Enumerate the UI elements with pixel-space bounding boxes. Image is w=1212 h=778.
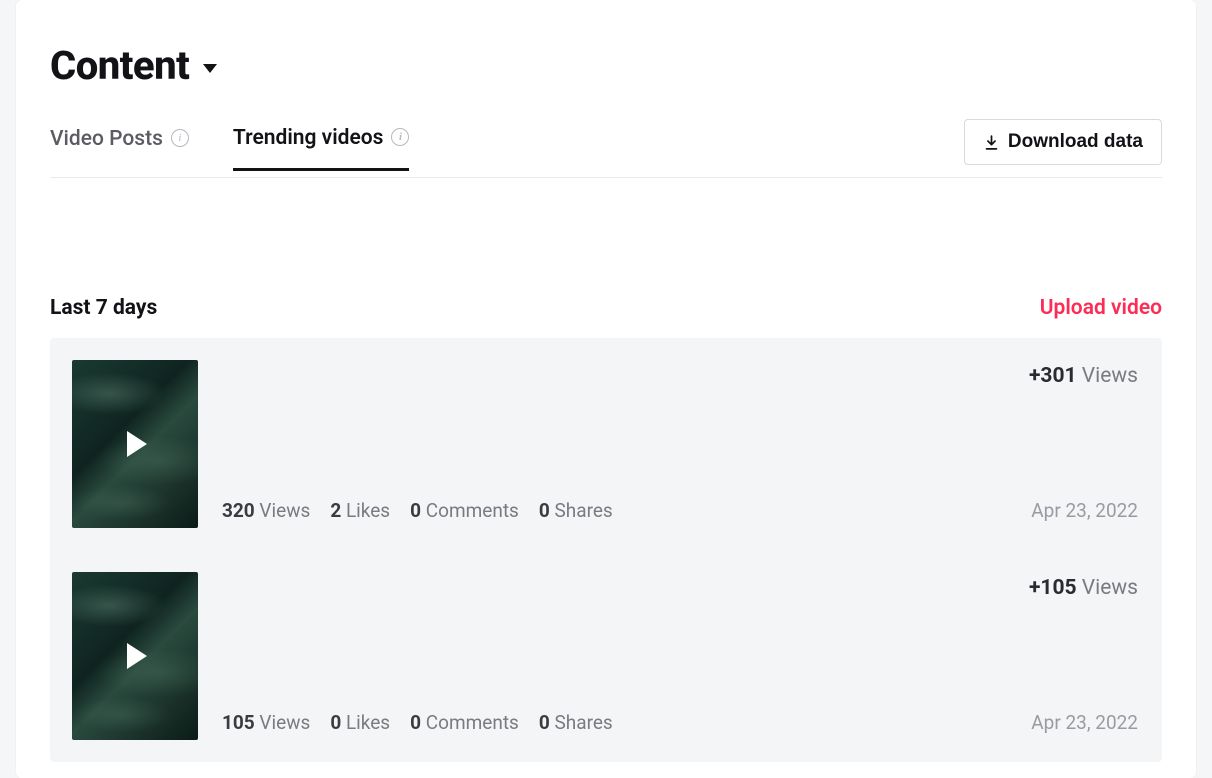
- play-icon: [127, 643, 147, 669]
- video-date: Apr 23, 2022: [1031, 499, 1138, 522]
- tab-label: Video Posts: [50, 127, 163, 151]
- stats-line: 105 Views 0 Likes 0 Comments 0 Shares: [222, 711, 1005, 734]
- video-row[interactable]: 320 Views 2 Likes 0 Comments 0 Shares +3…: [50, 338, 1162, 550]
- stat-likes: 0 Likes: [330, 711, 390, 734]
- stat-comments: 0 Comments: [410, 499, 519, 522]
- video-meta: 320 Views 2 Likes 0 Comments 0 Shares: [222, 360, 1005, 528]
- video-right: +105 Views Apr 23, 2022: [1029, 572, 1140, 740]
- tab-video-posts[interactable]: Video Posts: [50, 127, 189, 169]
- delta-views: +301 Views: [1029, 364, 1138, 388]
- download-button-label: Download data: [1008, 131, 1143, 153]
- download-icon: [983, 134, 1000, 151]
- play-icon: [127, 431, 147, 457]
- stat-views: 320 Views: [222, 499, 310, 522]
- tab-row: Video Posts Trending videos Download dat…: [50, 119, 1162, 178]
- video-list: 320 Views 2 Likes 0 Comments 0 Shares +3…: [50, 338, 1162, 762]
- caret-down-icon[interactable]: [203, 64, 217, 73]
- tab-label: Trending videos: [233, 126, 384, 150]
- content-panel: Content Video Posts Trending videos Down…: [16, 0, 1196, 778]
- video-right: +301 Views Apr 23, 2022: [1029, 360, 1140, 528]
- section-title: Last 7 days: [50, 296, 157, 320]
- stat-shares: 0 Shares: [539, 499, 613, 522]
- video-thumbnail[interactable]: [72, 572, 198, 740]
- video-row[interactable]: 105 Views 0 Likes 0 Comments 0 Shares +1…: [50, 550, 1162, 762]
- stat-likes: 2 Likes: [330, 499, 390, 522]
- info-icon[interactable]: [171, 129, 189, 147]
- info-icon[interactable]: [391, 128, 409, 146]
- stats-line: 320 Views 2 Likes 0 Comments 0 Shares: [222, 499, 1005, 522]
- video-thumbnail[interactable]: [72, 360, 198, 528]
- title-row: Content: [50, 42, 1162, 89]
- download-data-button[interactable]: Download data: [964, 119, 1162, 165]
- section-header: Last 7 days Upload video: [50, 296, 1162, 320]
- video-meta: 105 Views 0 Likes 0 Comments 0 Shares: [222, 572, 1005, 740]
- stat-comments: 0 Comments: [410, 711, 519, 734]
- delta-views: +105 Views: [1029, 576, 1138, 600]
- video-date: Apr 23, 2022: [1031, 711, 1138, 734]
- upload-video-link[interactable]: Upload video: [1040, 296, 1162, 320]
- tab-trending-videos[interactable]: Trending videos: [233, 126, 410, 171]
- stat-views: 105 Views: [222, 711, 310, 734]
- page-title: Content: [50, 42, 189, 89]
- stat-shares: 0 Shares: [539, 711, 613, 734]
